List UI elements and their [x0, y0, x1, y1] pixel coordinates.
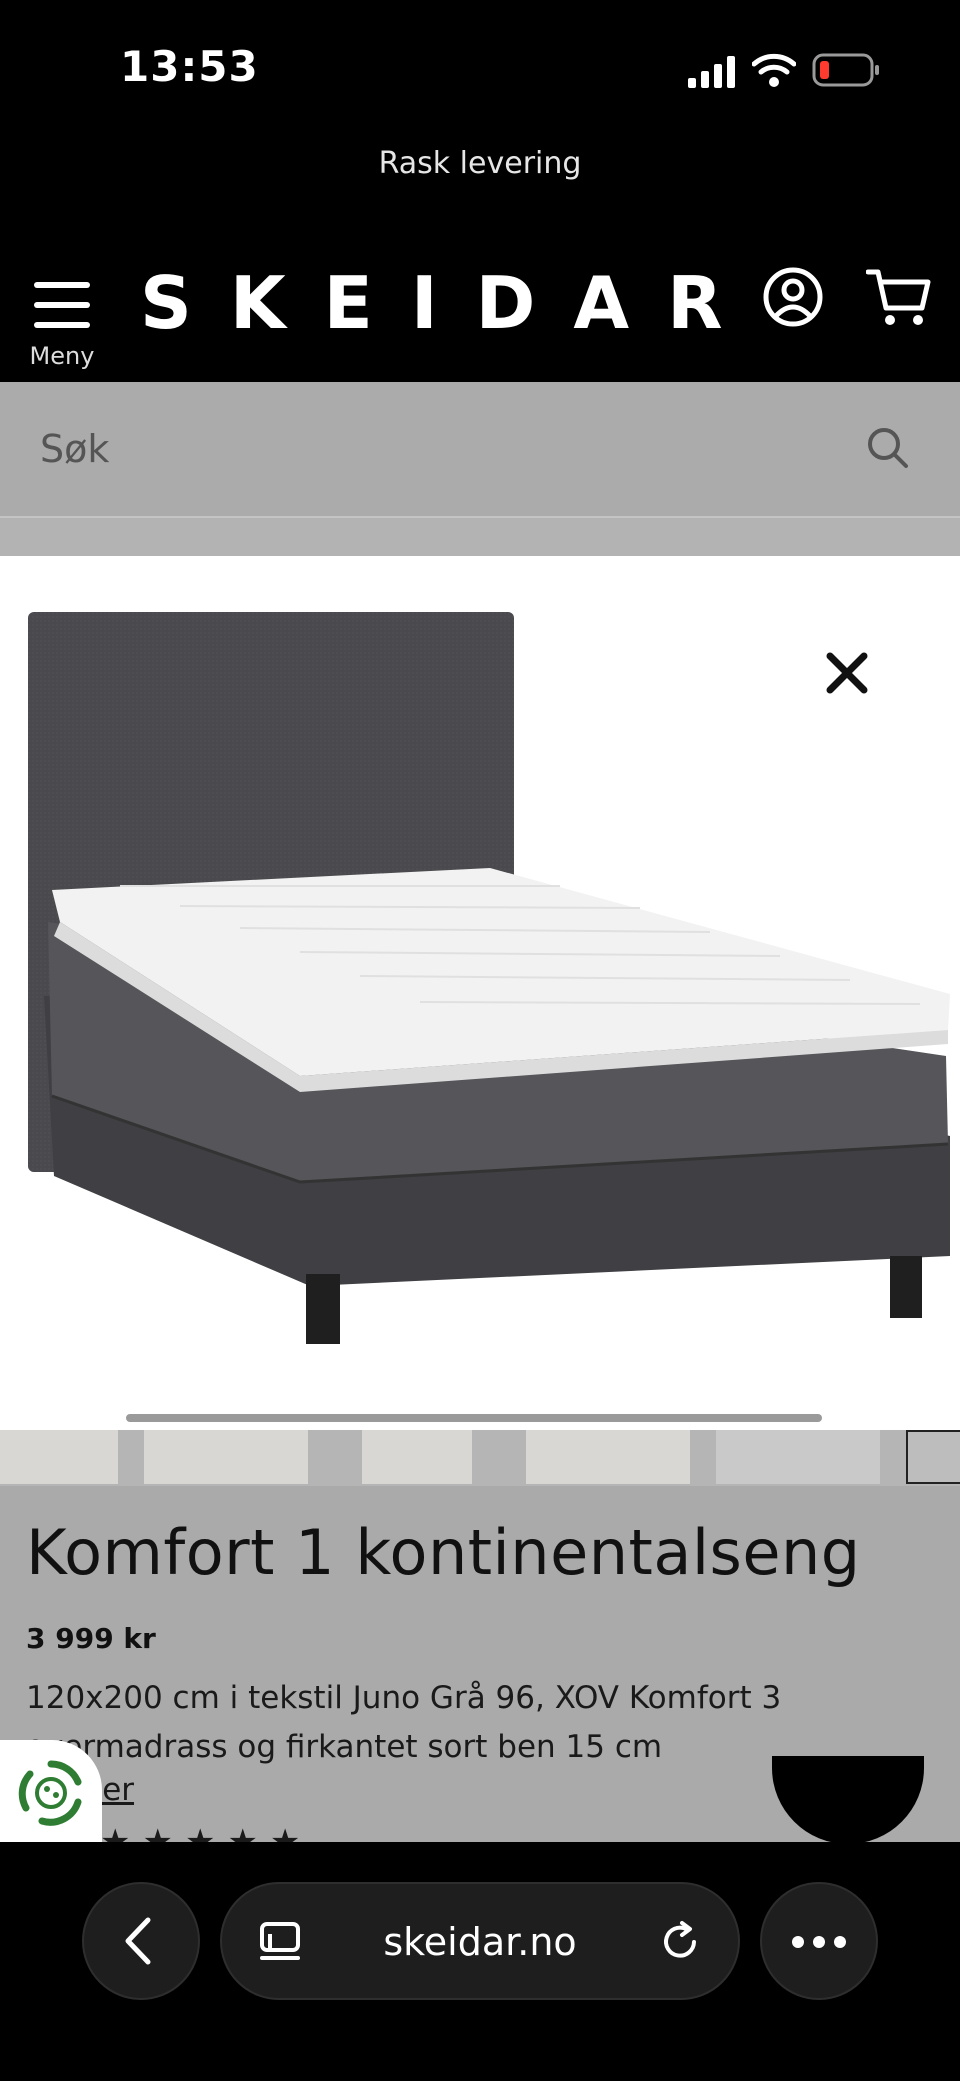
- product-info: Komfort 1 kontinentalseng 3 999 kr 120x2…: [0, 1486, 960, 1844]
- status-time: 13:53: [120, 42, 259, 91]
- rating-stars: ★★★★★: [100, 1822, 313, 1842]
- search-bar: [0, 382, 960, 516]
- product-image[interactable]: [0, 556, 960, 1430]
- menu-label: Meny: [29, 342, 95, 370]
- chat-button[interactable]: [772, 1756, 924, 1844]
- battery-icon: [812, 53, 879, 87]
- product-image-viewer: [0, 556, 960, 1430]
- thumbnail[interactable]: [526, 1430, 690, 1484]
- site-header: Meny SKEIDAR: [0, 250, 960, 382]
- thumbnail-selected[interactable]: [906, 1430, 960, 1484]
- close-icon[interactable]: [822, 648, 872, 698]
- divider: [0, 516, 960, 556]
- product-price: 3 999 kr: [26, 1622, 156, 1655]
- product-title: Komfort 1 kontinentalseng: [26, 1516, 861, 1589]
- image-scroll-indicator[interactable]: [126, 1414, 822, 1422]
- more-options-button[interactable]: [760, 1882, 878, 2000]
- ellipsis-icon: [792, 1936, 846, 1948]
- thumbnail[interactable]: [0, 1430, 118, 1484]
- reload-icon[interactable]: [658, 1920, 702, 1964]
- search-icon[interactable]: [866, 426, 910, 470]
- address-bar[interactable]: skeidar.no: [220, 1882, 740, 2000]
- promo-banner: Rask levering: [378, 146, 582, 181]
- cookie-settings-button[interactable]: [0, 1740, 102, 1842]
- back-button[interactable]: [82, 1882, 200, 2000]
- account-icon[interactable]: [762, 266, 824, 328]
- thumbnail[interactable]: [362, 1430, 472, 1484]
- status-bar: 13:53: [0, 0, 960, 140]
- menu-button[interactable]: Meny: [22, 268, 102, 370]
- thumbnail-strip: [0, 1430, 960, 1486]
- chevron-left-icon: [125, 1917, 151, 1965]
- cookie-icon: [18, 1760, 82, 1826]
- cart-icon[interactable]: [866, 266, 932, 328]
- signal-icon: [688, 56, 735, 88]
- hamburger-icon: [34, 282, 90, 328]
- thumbnail[interactable]: [716, 1430, 880, 1484]
- browser-toolbar: skeidar.no: [0, 1842, 960, 2081]
- search-input[interactable]: [0, 382, 960, 516]
- thumbnail[interactable]: [144, 1430, 308, 1484]
- wifi-icon: [752, 53, 796, 87]
- skeidar-logo[interactable]: SKEIDAR: [140, 258, 723, 348]
